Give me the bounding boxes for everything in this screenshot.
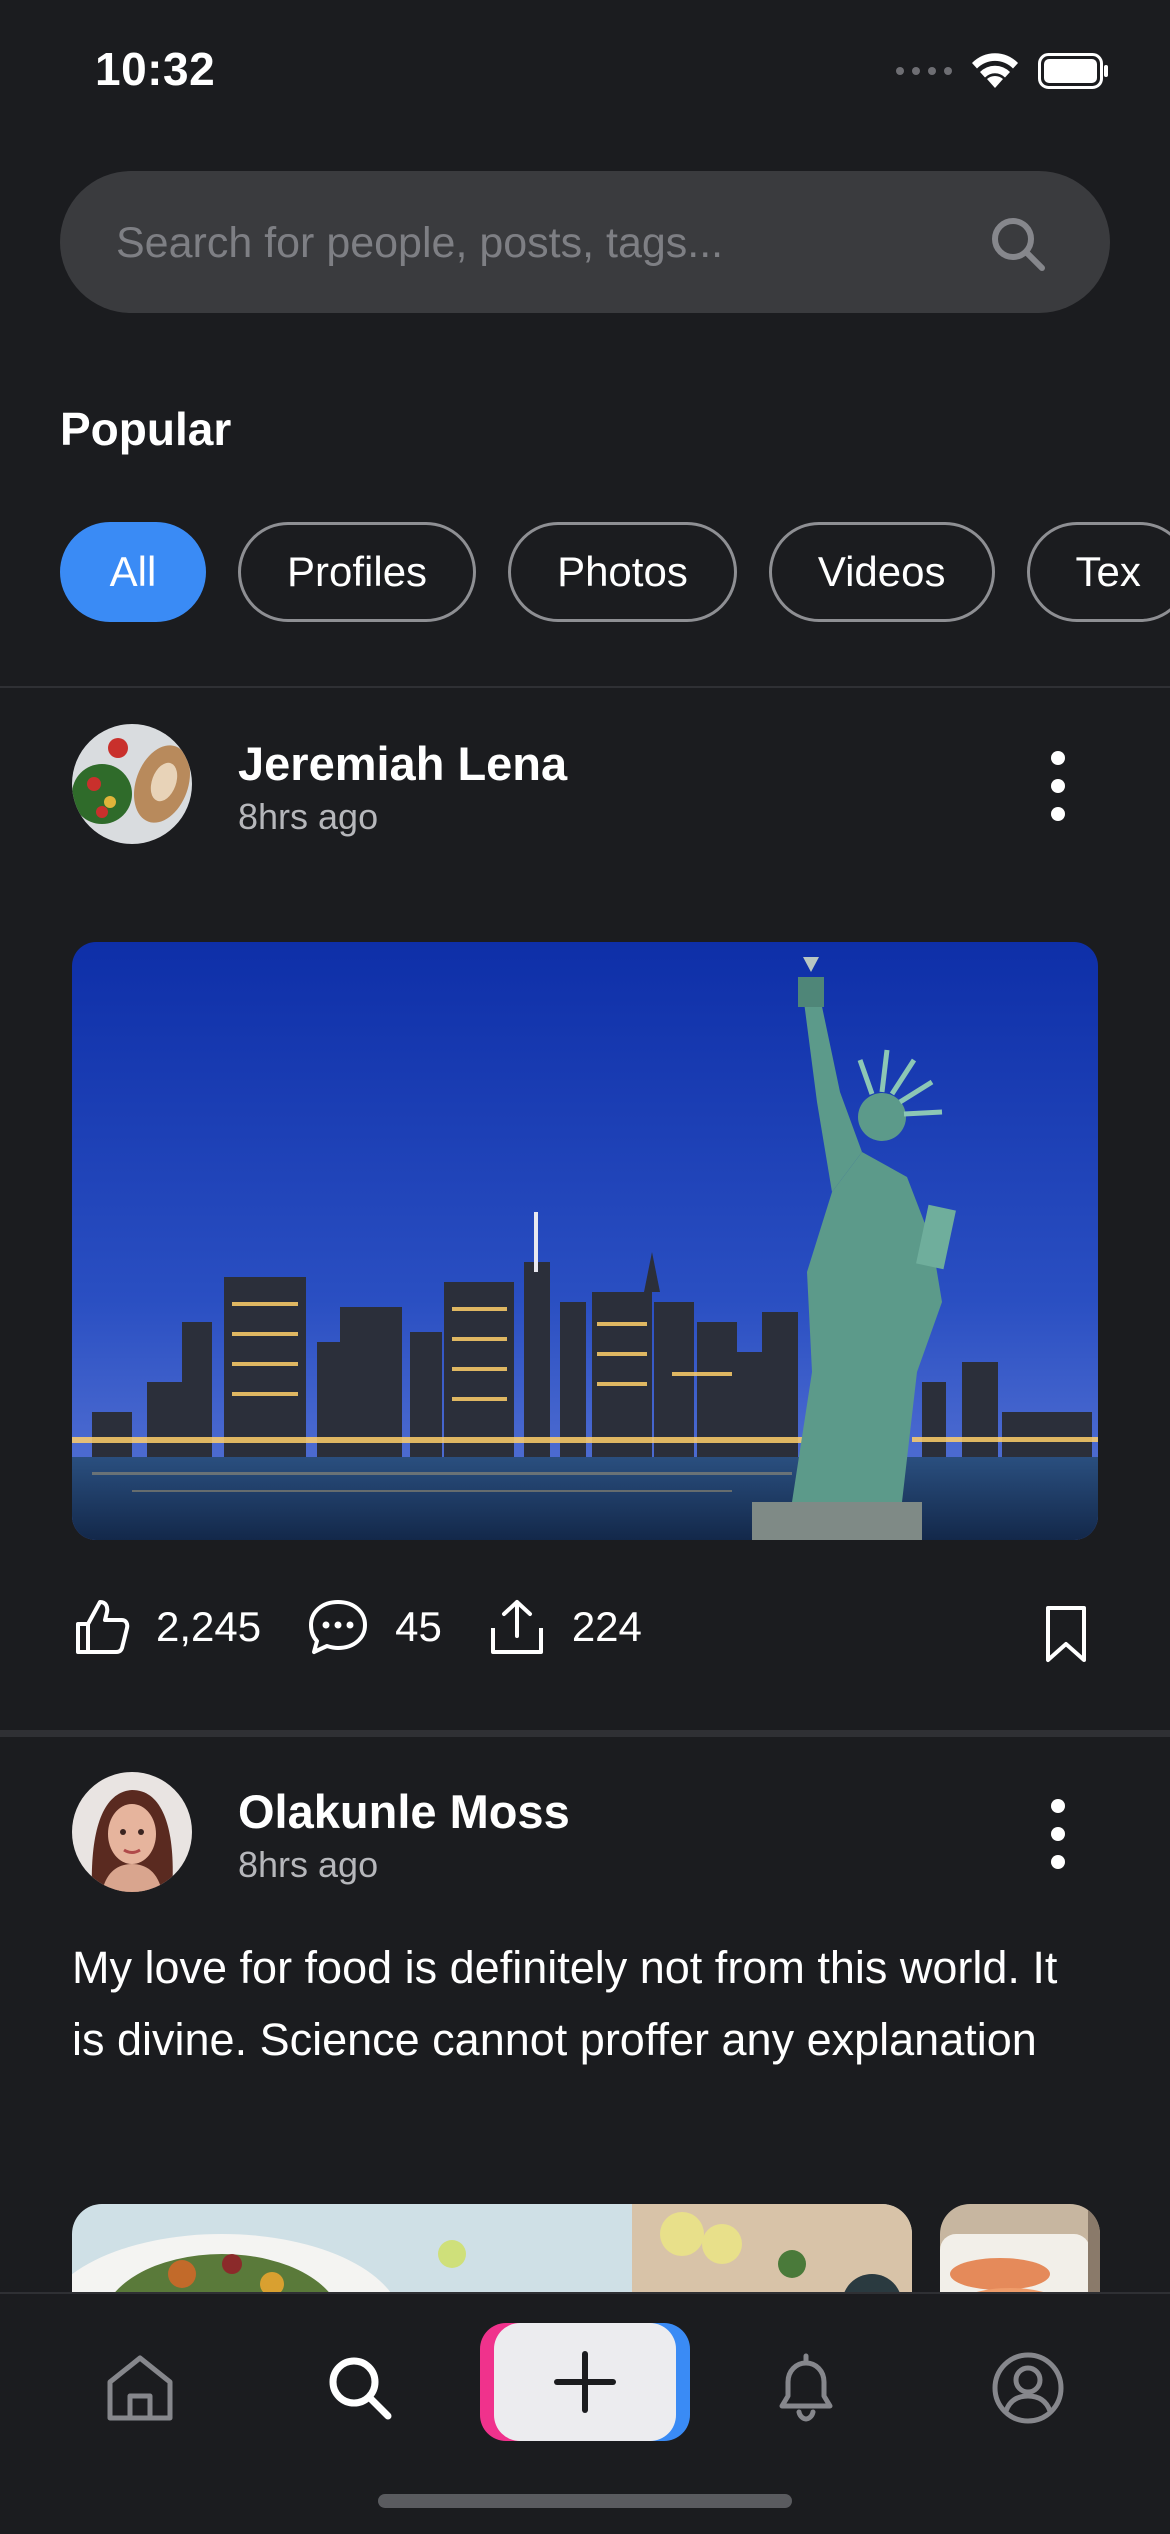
- post-timestamp: 8hrs ago: [238, 796, 378, 838]
- filter-chip-videos[interactable]: Videos: [769, 522, 995, 622]
- share-button[interactable]: 224: [488, 1598, 642, 1656]
- post-photo-skyline: [72, 942, 1098, 1540]
- filter-chip-photos[interactable]: Photos: [508, 522, 737, 622]
- search-icon[interactable]: [988, 214, 1048, 274]
- filter-chip-all[interactable]: All: [60, 522, 206, 622]
- post-actions: 2,245 45 224: [72, 1598, 642, 1656]
- add-icon: [553, 2350, 617, 2414]
- status-icons: [896, 52, 1110, 90]
- more-options-icon[interactable]: [1038, 746, 1078, 826]
- post-image[interactable]: [72, 942, 1098, 1540]
- filter-chip-profiles[interactable]: Profiles: [238, 522, 476, 622]
- signal-icon: [896, 67, 952, 75]
- thumbs-up-icon: [72, 1598, 130, 1656]
- search-bar: [60, 171, 1110, 313]
- post-author-name[interactable]: Olakunle Moss: [238, 1784, 570, 1839]
- post-divider: [0, 1730, 1170, 1737]
- avatar-image: [72, 724, 192, 844]
- avatar[interactable]: [72, 1772, 192, 1892]
- filter-chips: All Profiles Photos Videos Tex: [60, 522, 1170, 622]
- like-count: 2,245: [156, 1603, 261, 1651]
- avatar[interactable]: [72, 724, 192, 844]
- post-author-name[interactable]: Jeremiah Lena: [238, 736, 567, 791]
- bookmark-icon[interactable]: [1044, 1604, 1088, 1664]
- share-count: 224: [572, 1603, 642, 1651]
- comment-icon: [307, 1598, 369, 1656]
- battery-icon: [1038, 53, 1110, 89]
- share-icon: [488, 1598, 546, 1656]
- home-indicator: [378, 2494, 792, 2508]
- like-button[interactable]: 2,245: [72, 1598, 261, 1656]
- section-title-popular: Popular: [60, 402, 231, 456]
- more-options-icon[interactable]: [1038, 1794, 1078, 1874]
- create-post-button[interactable]: [480, 2323, 690, 2441]
- comment-button[interactable]: 45: [307, 1598, 442, 1656]
- comment-count: 45: [395, 1603, 442, 1651]
- profile-icon[interactable]: [990, 2350, 1066, 2426]
- search-icon[interactable]: [322, 2350, 398, 2426]
- post-timestamp: 8hrs ago: [238, 1844, 378, 1886]
- avatar-image: [72, 1772, 192, 1892]
- search-input[interactable]: [114, 171, 998, 315]
- bell-icon[interactable]: [768, 2350, 844, 2426]
- home-icon[interactable]: [102, 2350, 178, 2426]
- divider: [0, 686, 1170, 688]
- wifi-icon: [970, 52, 1020, 90]
- post-text: My love for food is definitely not from …: [72, 1932, 1102, 2076]
- filter-chip-text[interactable]: Tex: [1027, 522, 1170, 622]
- status-time: 10:32: [95, 42, 215, 96]
